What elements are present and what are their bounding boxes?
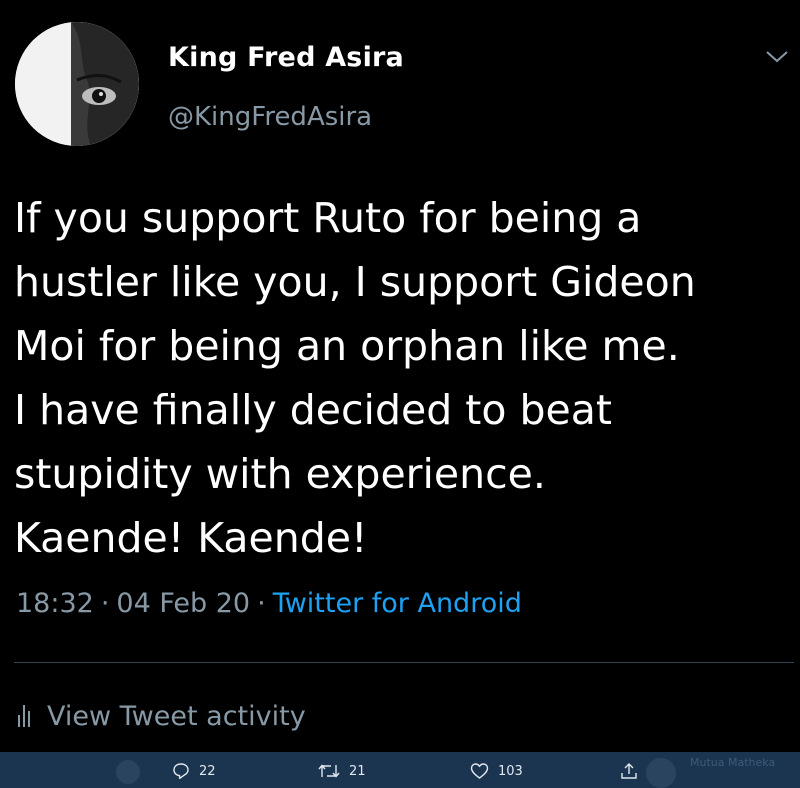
share-icon xyxy=(621,763,637,779)
retweet-button[interactable]: 21 xyxy=(318,761,366,781)
chevron-down-icon[interactable] xyxy=(764,48,790,66)
retweet-count: 21 xyxy=(349,763,366,779)
tweet-text: If you support Ruto for being a hustler … xyxy=(14,186,784,570)
view-tweet-activity-button[interactable]: View Tweet activity xyxy=(18,698,306,734)
tweet-line: stupidity with experience. xyxy=(14,450,546,498)
tweet-line: I have finally decided to beat xyxy=(14,386,612,434)
heart-icon xyxy=(470,763,489,779)
tweet-meta: 18:32 · 04 Feb 20 · Twitter for Android xyxy=(16,588,522,619)
retweet-icon xyxy=(318,764,340,778)
display-name[interactable]: King Fred Asira xyxy=(168,42,404,73)
tweet-time[interactable]: 18:32 xyxy=(16,588,94,619)
reply-icon xyxy=(173,763,189,780)
avatar-photo xyxy=(15,22,139,146)
tweet-line: If you support Ruto for being a xyxy=(14,194,642,242)
reply-button[interactable]: 22 xyxy=(172,761,216,781)
like-count: 103 xyxy=(498,763,523,779)
separator-dot: · xyxy=(100,588,110,619)
divider xyxy=(14,662,794,663)
avatar[interactable] xyxy=(15,22,139,146)
user-handle[interactable]: @KingFredAsira xyxy=(168,102,372,132)
bar-chart-icon xyxy=(18,705,33,727)
background-avatar xyxy=(116,760,140,784)
reply-count: 22 xyxy=(199,763,216,779)
view-tweet-activity-label: View Tweet activity xyxy=(47,700,306,732)
background-avatar xyxy=(646,758,676,788)
share-button[interactable] xyxy=(620,761,647,781)
tweet-line: hustler like you, I support Gideon xyxy=(14,258,696,306)
tweet-date[interactable]: 04 Feb 20 xyxy=(116,588,250,619)
separator-dot: · xyxy=(257,588,266,619)
action-bar: Mutua Matheka 22 21 103 xyxy=(0,752,800,788)
tweet-line: Kaende! Kaende! xyxy=(14,514,368,562)
like-button[interactable]: 103 xyxy=(470,761,523,781)
tweet-source-link[interactable]: Twitter for Android xyxy=(273,588,522,619)
background-name: Mutua Matheka xyxy=(690,756,776,769)
tweet-line: Moi for being an orphan like me. xyxy=(14,322,680,370)
